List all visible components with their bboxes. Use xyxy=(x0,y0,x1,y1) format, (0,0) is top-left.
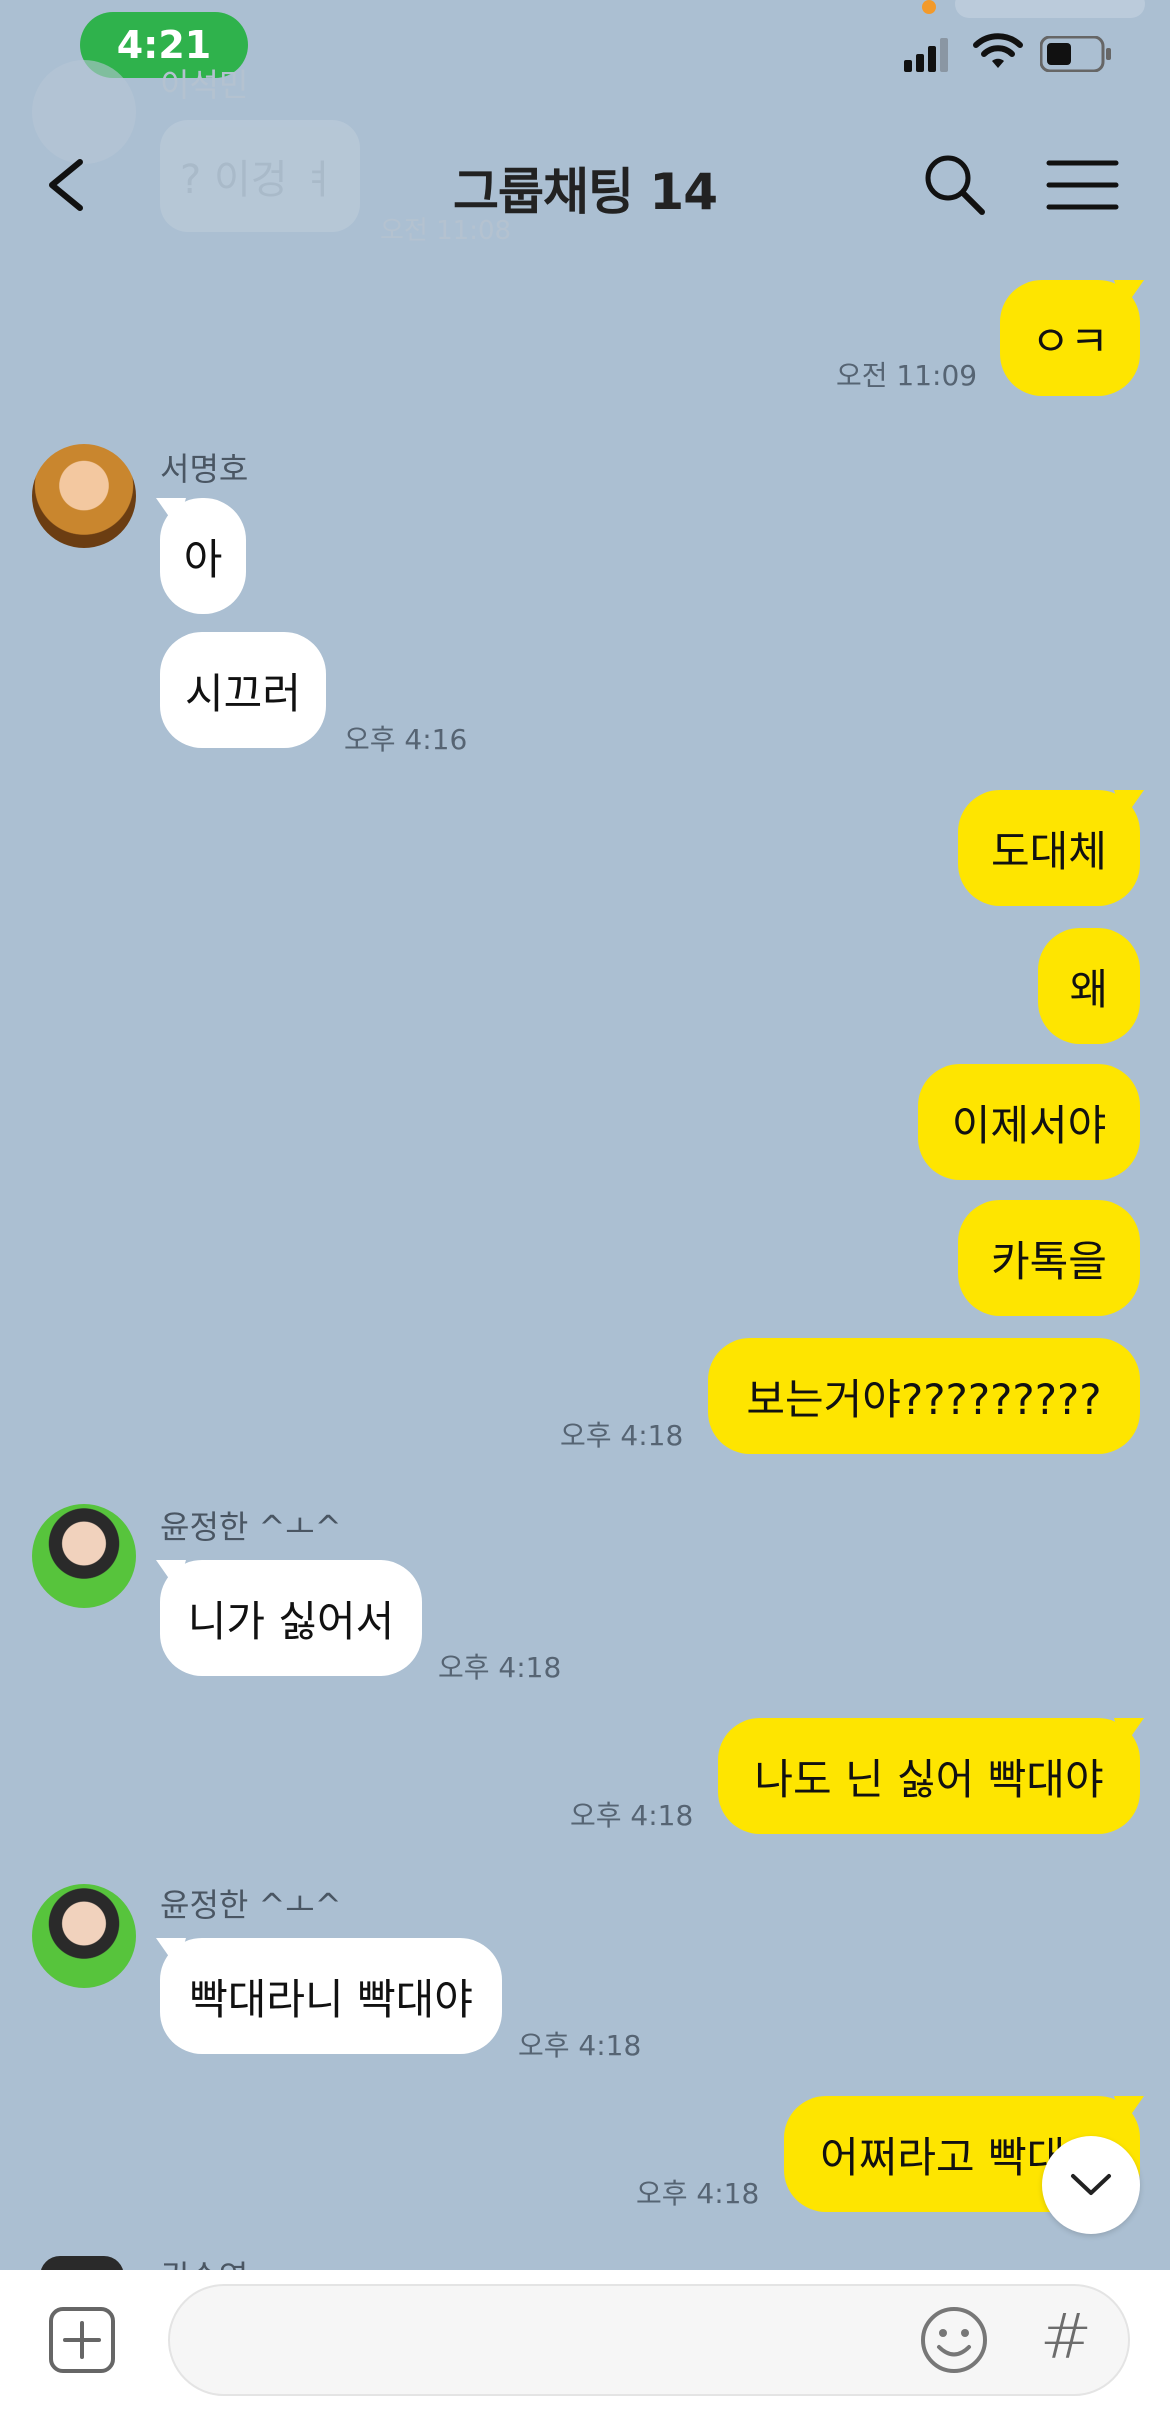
message-time: 오후 4:18 xyxy=(636,2177,760,2210)
message-time: 오후 4:18 xyxy=(560,1419,684,1452)
message-time: 오전 11:09 xyxy=(836,359,978,392)
avatar[interactable] xyxy=(32,1504,136,1608)
sender-name: 윤정한 ^ㅗ^ xyxy=(160,1508,342,1546)
battery-icon xyxy=(1040,36,1111,72)
status-indicator-pill xyxy=(955,0,1145,18)
message-bubble[interactable]: 시끄러 xyxy=(160,632,326,748)
chat-title: 그룹채팅 14 xyxy=(453,163,718,221)
avatar[interactable] xyxy=(32,1884,136,1988)
sender-name: 권순영 xyxy=(160,2252,250,2270)
message-bubble-mine[interactable]: 보는거야????????? xyxy=(708,1338,1140,1454)
message-bubble-mine[interactable]: 이제서야 xyxy=(918,1064,1140,1180)
chevron-down-icon xyxy=(1071,2174,1111,2195)
signal-icon xyxy=(904,38,948,72)
sender-name: 윤정한 ^ㅗ^ xyxy=(160,1886,342,1924)
message-bubble-mine[interactable]: 도대체 xyxy=(958,790,1140,906)
avatar[interactable] xyxy=(32,444,136,548)
sender-name: 서명호 xyxy=(160,450,249,488)
search-icon[interactable] xyxy=(920,150,990,220)
message-bubble-mine[interactable]: 왜 xyxy=(1038,928,1140,1044)
message-bubble-mine[interactable]: 나도 닌 싫어 빡대야 xyxy=(718,1718,1140,1834)
avatar xyxy=(32,60,136,164)
hash-icon[interactable]: # xyxy=(1040,2300,1092,2373)
message-time: 오후 4:18 xyxy=(570,1799,694,1832)
message-bubble[interactable]: 아 xyxy=(160,498,246,614)
plus-icon[interactable] xyxy=(48,2306,116,2374)
privacy-dot xyxy=(922,0,936,14)
menu-icon[interactable] xyxy=(1045,155,1120,215)
emoji-icon[interactable] xyxy=(918,2304,990,2376)
message-bubble-mine[interactable]: 카톡을 xyxy=(958,1200,1140,1316)
message-bubble[interactable]: 빡대라니 빡대야 xyxy=(160,1938,502,2054)
wifi-icon xyxy=(973,33,1023,68)
message-bubble-mine[interactable]: ㅇㅋ xyxy=(1000,280,1140,396)
scroll-to-bottom-button[interactable] xyxy=(1042,2136,1140,2234)
message-time: 오후 4:16 xyxy=(344,723,468,756)
message-time: 오후 4:18 xyxy=(438,1651,562,1684)
message-bubble[interactable]: 니가 싫어서 xyxy=(160,1560,422,1676)
message-time: 오후 4:18 xyxy=(518,2029,642,2062)
sender-name: 이석민 xyxy=(160,66,249,104)
